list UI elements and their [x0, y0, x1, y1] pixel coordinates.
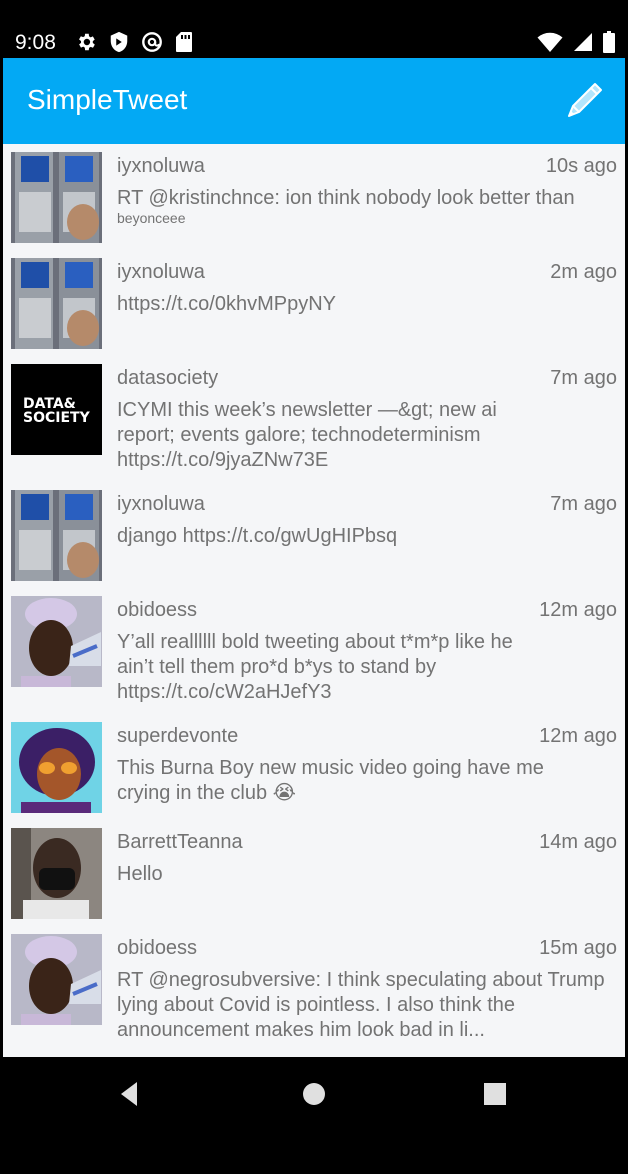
tweet-username: obidoess — [117, 599, 198, 621]
tweet-time: 7m ago — [550, 493, 617, 515]
app-bar: SimpleTweet — [3, 58, 625, 144]
logo-line-2: SOCIETY — [23, 410, 91, 426]
tweet-text: Y’all reallllll bold tweeting about t*m*… — [117, 631, 513, 703]
compose-button[interactable] — [561, 76, 609, 124]
avatar[interactable] — [11, 722, 102, 813]
tweet-item[interactable]: iyxnoluwa 2m ago https://t.co/0khvMPpyNY — [3, 250, 625, 356]
home-button[interactable] — [299, 1079, 339, 1109]
navigation-bar — [3, 1057, 625, 1171]
tweet-username: iyxnoluwa — [117, 261, 205, 283]
tweet-username: iyxnoluwa — [117, 493, 205, 515]
tweet-item[interactable]: iyxnoluwa 7m ago django https://t.co/gwU… — [3, 482, 625, 588]
battery-icon — [603, 31, 615, 53]
at-sign-icon — [142, 32, 162, 52]
avatar-person-durag — [11, 596, 102, 687]
avatar-phone-photo — [11, 490, 102, 581]
tweet-body: ICYMI this week’s newsletter —&gt; new a… — [117, 398, 537, 473]
back-button[interactable] — [115, 1079, 155, 1109]
back-icon — [121, 1082, 137, 1106]
avatar[interactable] — [11, 596, 102, 687]
wifi-icon — [537, 32, 563, 52]
tweet-item[interactable]: DATA& SOCIETY datasociety 7m ago ICYMI t… — [3, 356, 625, 482]
avatar[interactable] — [11, 152, 102, 243]
avatar[interactable] — [11, 258, 102, 349]
tweet-body: Y’all reallllll bold tweeting about t*m*… — [117, 630, 517, 705]
avatar-masked-person — [11, 828, 102, 919]
tweet-username: datasociety — [117, 367, 219, 389]
tweet-item[interactable]: superdevonte 12m ago This Burna Boy new … — [3, 714, 625, 820]
tweet-item[interactable]: BarrettTeanna 14m ago Hello — [3, 820, 625, 926]
avatar-cartoon-portrait — [11, 722, 102, 813]
tweet-time: 7m ago — [550, 367, 617, 389]
signal-icon — [574, 33, 592, 51]
pencil-icon — [568, 83, 602, 117]
tweet-body: Hello — [117, 862, 617, 887]
tweet-username: BarrettTeanna — [117, 831, 243, 853]
avatar[interactable] — [11, 490, 102, 581]
status-time: 9:08 — [15, 31, 56, 54]
tweet-text: django https://t.co/gwUgHIPbsq — [117, 525, 398, 547]
tweet-text: RT @negrosubversive: I think speculating… — [117, 969, 605, 1041]
home-icon — [303, 1083, 325, 1105]
status-bar: 9:08 — [3, 3, 625, 58]
tweet-time: 12m ago — [539, 599, 617, 621]
tweet-time: 2m ago — [550, 261, 617, 283]
tweet-body: https://t.co/0khvMPpyNY — [117, 292, 617, 317]
tweet-body: This Burna Boy new music video going hav… — [117, 756, 577, 806]
tweet-time: 15m ago — [539, 937, 617, 959]
avatar[interactable] — [11, 934, 102, 1025]
avatar-person-durag — [11, 934, 102, 1025]
tweet-username: obidoess — [117, 937, 198, 959]
tweet-body: RT @kristinchnce: ion think nobody look … — [117, 186, 617, 225]
tweet-item[interactable]: iyxnoluwa 10s ago RT @kristinchnce: ion … — [3, 144, 625, 250]
tweet-time: 10s ago — [545, 155, 617, 177]
tweet-item[interactable]: obidoess 15m ago RT @negrosubversive: I … — [3, 926, 625, 1052]
tweet-time: 14m ago — [539, 831, 617, 853]
phone-screen: 9:08 SimpleTweet iyxnoluwa 10s ago RT @k… — [0, 0, 628, 1174]
system-icons — [537, 31, 615, 53]
shield-icon — [110, 31, 128, 53]
avatar-phone-photo — [11, 258, 102, 349]
avatar-phone-photo — [11, 152, 102, 243]
recents-icon — [484, 1083, 506, 1105]
tweet-username: superdevonte — [117, 725, 239, 747]
tweet-timeline[interactable]: iyxnoluwa 10s ago RT @kristinchnce: ion … — [3, 144, 625, 1057]
tweet-text: https://t.co/0khvMPpyNY — [117, 293, 336, 315]
tweet-text: ICYMI this week’s newsletter —&gt; new a… — [117, 399, 497, 471]
tweet-username: iyxnoluwa — [117, 155, 205, 177]
gear-icon — [79, 33, 95, 51]
tweet-time: 12m ago — [539, 725, 617, 747]
tweet-item[interactable]: obidoess 12m ago Y’all reallllll bold tw… — [3, 588, 625, 714]
avatar[interactable] — [11, 828, 102, 919]
app-title: SimpleTweet — [27, 84, 188, 115]
tweet-subtext: beyonceee — [117, 210, 186, 226]
avatar-data-society-logo: DATA& SOCIETY — [11, 364, 102, 455]
tweet-body: django https://t.co/gwUgHIPbsq — [117, 524, 617, 549]
sd-card-icon — [176, 32, 192, 52]
notification-icons — [75, 31, 193, 53]
tweet-text: This Burna Boy new music video going hav… — [117, 757, 544, 804]
tweet-body: RT @negrosubversive: I think speculating… — [117, 968, 617, 1043]
avatar[interactable]: DATA& SOCIETY — [11, 364, 102, 455]
tweet-text: Hello — [117, 863, 163, 885]
recents-button[interactable] — [480, 1079, 520, 1109]
tweet-text: RT @kristinchnce: ion think nobody look … — [117, 187, 575, 209]
